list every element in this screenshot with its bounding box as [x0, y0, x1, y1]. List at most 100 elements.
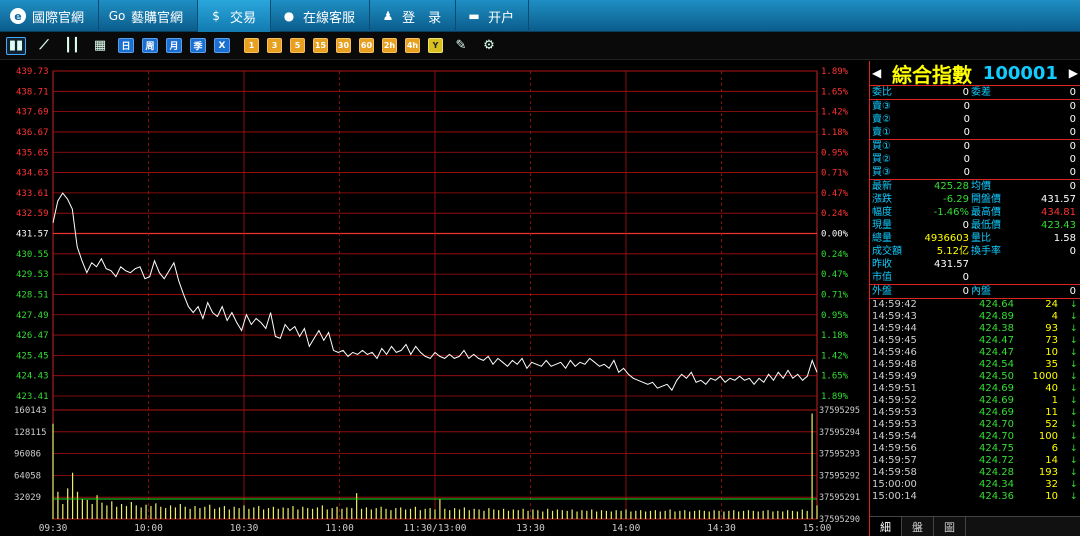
- nav-item-1[interactable]: Go 藝購官網: [99, 0, 199, 32]
- volume-bar: [664, 510, 666, 519]
- volume-bar: [189, 508, 191, 519]
- volume-bar: [463, 507, 465, 519]
- tick-row: 14:59:49 424.50 1000 ↓: [870, 371, 1080, 383]
- down-arrow-icon: ↓: [1070, 468, 1078, 478]
- period-button[interactable]: 日: [118, 38, 134, 53]
- calendar-icon[interactable]: ▦: [90, 37, 110, 55]
- tick-volume: 14: [1045, 455, 1058, 466]
- order-book-row: 買① 0 0: [870, 140, 1080, 153]
- price-tick-label: 427.49: [16, 311, 49, 321]
- period-button[interactable]: 月: [166, 38, 182, 53]
- tick-price: 424.36: [979, 491, 1014, 502]
- prev-arrow-icon[interactable]: ◀: [872, 66, 881, 80]
- order-volume: 0: [1069, 114, 1076, 125]
- down-arrow-icon: ↓: [1070, 420, 1078, 430]
- volume-bar: [326, 509, 328, 519]
- pct-tick-label: 0.24%: [821, 209, 849, 219]
- volume-bar: [67, 488, 69, 519]
- panel-tab[interactable]: 盤: [902, 517, 934, 536]
- stat-value: [1011, 258, 1080, 271]
- monitor-icon: ▬: [468, 9, 480, 23]
- stat-label: 昨收: [872, 259, 892, 270]
- line-chart-icon[interactable]: ⟋: [34, 37, 54, 55]
- panel-tab[interactable]: 圖: [934, 517, 966, 536]
- pencil-icon[interactable]: ✎: [451, 37, 471, 55]
- panel-tab[interactable]: 細: [870, 517, 902, 536]
- volume-bar: [199, 508, 201, 519]
- minute-period-button[interactable]: 2h: [382, 38, 397, 53]
- price-tick-label: 423.41: [16, 392, 49, 402]
- next-arrow-icon[interactable]: ▶: [1069, 66, 1078, 80]
- volume-bar: [169, 505, 172, 519]
- nav-label: 登 录: [402, 10, 442, 26]
- volume-bar: [723, 511, 725, 519]
- period-button[interactable]: X: [214, 38, 230, 53]
- stat-label: 現量: [872, 220, 892, 231]
- minute-period-button[interactable]: 30: [336, 38, 351, 53]
- minute-period-button[interactable]: 3: [267, 38, 282, 53]
- volume-bar: [473, 508, 475, 519]
- nav-item-5[interactable]: ▬ 开户: [456, 0, 530, 32]
- volume-bar: [782, 511, 784, 519]
- candlestick-icon[interactable]: ┃┃: [62, 37, 82, 55]
- nav-item-4[interactable]: ♟ 登 录: [370, 0, 457, 32]
- stat-label: 最高價: [971, 207, 1001, 218]
- stat-value: 0: [962, 286, 969, 297]
- minute-period-button[interactable]: 4h: [405, 38, 420, 53]
- volume-bar: [738, 511, 740, 519]
- volume-bar: [375, 508, 377, 519]
- stat-value: 0: [1069, 286, 1076, 297]
- pct-tick-label: 0.47%: [821, 189, 849, 199]
- volume-bar: [600, 510, 603, 519]
- volume-bar: [272, 506, 274, 519]
- volume-bar: [713, 510, 715, 519]
- minute-period-button[interactable]: 1: [244, 38, 259, 53]
- tick-price: 424.34: [979, 479, 1014, 490]
- nav-item-0[interactable]: e 國際官網: [0, 0, 100, 32]
- minute-period-button[interactable]: 60: [359, 38, 374, 53]
- stat-label: 成交額: [872, 246, 902, 257]
- down-arrow-icon: ↓: [1070, 348, 1078, 358]
- nav-item-3[interactable]: ● 在線客服: [271, 0, 371, 32]
- price-tick-label: 431.57: [16, 230, 49, 240]
- volume-bar: [160, 506, 162, 519]
- nav-item-2[interactable]: $ 交易: [198, 0, 272, 32]
- tick-volume: 1: [1051, 395, 1058, 406]
- tick-row: 14:59:53 424.69 11 ↓: [870, 407, 1080, 419]
- tick-time: 14:59:43: [872, 311, 917, 322]
- volume-bar: [478, 509, 480, 519]
- volume-bar: [517, 510, 519, 519]
- price-tick-label: 439.73: [16, 67, 49, 77]
- period-button[interactable]: 周: [142, 38, 158, 53]
- order-book-row: 賣① 0 0: [870, 126, 1080, 139]
- tick-row: 15:00:00 424.34 32 ↓: [870, 479, 1080, 491]
- volume-bar: [341, 508, 343, 519]
- bar-chart-icon[interactable]: ▮▮: [6, 36, 26, 55]
- volume-bar: [125, 506, 128, 519]
- volume-bar: [507, 510, 510, 519]
- tick-time: 14:59:44: [872, 323, 917, 334]
- order-level-label: 買①: [872, 141, 891, 152]
- tick-row: 14:59:52 424.69 1 ↓: [870, 395, 1080, 407]
- minute-period-button[interactable]: 5: [290, 38, 305, 53]
- year-period-button[interactable]: Y: [428, 38, 443, 53]
- stat-value: 431.57: [934, 259, 969, 270]
- price-tick-label: 434.63: [16, 169, 49, 179]
- volume-bar: [248, 508, 250, 519]
- pct-tick-label: 1.89%: [821, 392, 849, 402]
- order-book-row: 賣② 0 0: [870, 113, 1080, 126]
- period-button[interactable]: 季: [190, 38, 206, 53]
- minute-period-button[interactable]: 15: [313, 38, 328, 53]
- stat-label: 委差: [971, 87, 991, 98]
- tick-volume: 35: [1045, 359, 1058, 370]
- volume-bar: [385, 508, 387, 519]
- volume-bar: [708, 511, 710, 519]
- down-arrow-icon: ↓: [1070, 300, 1078, 310]
- down-arrow-icon: ↓: [1070, 336, 1078, 346]
- volume-bar: [468, 510, 470, 519]
- volume-bar: [106, 505, 108, 519]
- tick-price: 424.89: [979, 311, 1014, 322]
- volume-bar: [91, 504, 93, 519]
- gear-icon[interactable]: ⚙: [479, 37, 499, 55]
- volume-bar: [620, 510, 622, 519]
